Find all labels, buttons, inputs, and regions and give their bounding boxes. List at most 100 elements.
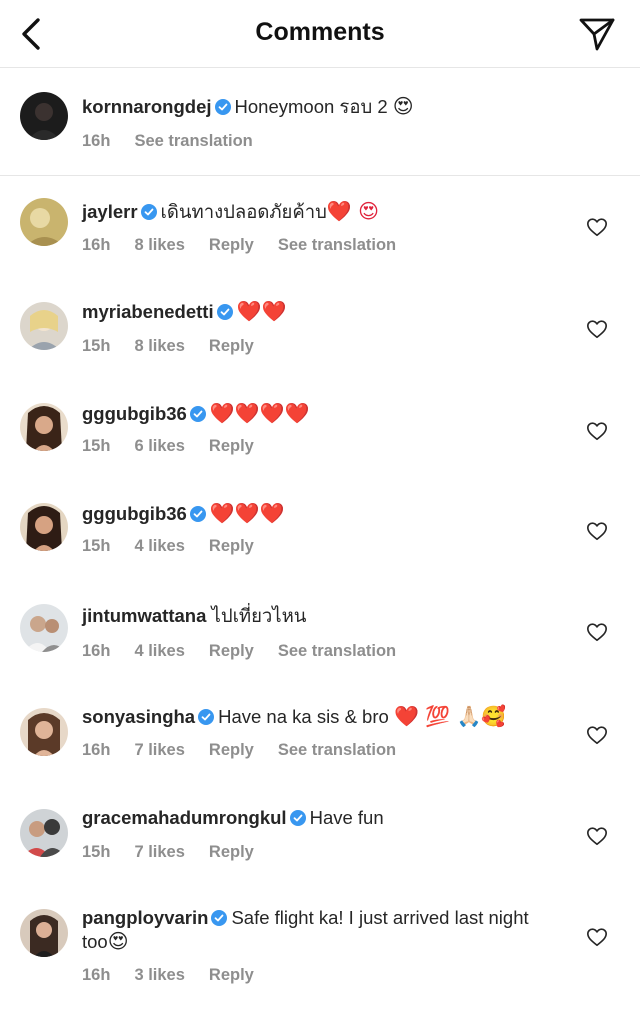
username[interactable]: kornnarongdej — [82, 96, 212, 117]
top-bar: Comments — [0, 0, 640, 68]
username[interactable]: gggubgib36 — [82, 403, 187, 424]
likes-count[interactable]: 4 likes — [134, 537, 184, 556]
verified-badge-icon — [198, 709, 215, 725]
like-button[interactable] — [586, 216, 608, 238]
likes-count[interactable]: 3 likes — [134, 966, 184, 985]
likes-count[interactable]: 8 likes — [134, 236, 184, 255]
heart-outline-icon — [587, 928, 607, 947]
likes-count[interactable]: 7 likes — [134, 741, 184, 760]
comment-item: pangployvarin Safe flight ka! I just arri… — [0, 888, 640, 1010]
comment-text: Honeymoon รอบ 2 — [234, 96, 388, 117]
verified-badge-icon — [289, 810, 306, 826]
reply-button[interactable]: Reply — [209, 642, 254, 661]
username[interactable]: gracemahadumrongkul — [82, 807, 287, 828]
username[interactable]: pangployvarin — [82, 907, 208, 928]
like-button[interactable] — [586, 420, 608, 442]
heart-outline-icon — [587, 726, 607, 745]
like-button[interactable] — [586, 825, 608, 847]
see-translation-link[interactable]: See translation — [134, 132, 252, 151]
page-title: Comments — [255, 18, 385, 46]
comment-text: Have na ka sis & bro — [218, 706, 389, 727]
timestamp: 15h — [82, 537, 111, 555]
like-button[interactable] — [586, 520, 608, 542]
verified-badge-icon — [140, 204, 157, 220]
avatar-image — [20, 809, 68, 857]
emoji-text: ❤️ 😍 — [326, 199, 380, 223]
avatar-image — [20, 909, 68, 957]
timestamp: 16h — [82, 741, 111, 759]
verified-badge-icon — [214, 99, 231, 115]
reply-button[interactable]: Reply — [209, 966, 254, 985]
reply-button[interactable]: Reply — [209, 437, 254, 456]
avatar[interactable] — [20, 302, 68, 350]
avatar[interactable] — [20, 198, 68, 246]
likes-count[interactable]: 7 likes — [134, 843, 184, 862]
see-translation-link[interactable]: See translation — [278, 741, 396, 760]
avatar-image — [20, 302, 68, 350]
like-button[interactable] — [586, 926, 608, 948]
avatar[interactable] — [20, 708, 68, 756]
avatar[interactable] — [20, 503, 68, 551]
username[interactable]: gggubgib36 — [82, 503, 187, 524]
like-button[interactable] — [586, 724, 608, 746]
timestamp: 15h — [82, 337, 111, 355]
comment-item: sonyasingha Have na ka sis & bro ❤️ 💯 🙏🏻🥰… — [0, 688, 640, 788]
avatar-image — [20, 708, 68, 756]
emoji-text: 😍 — [107, 929, 129, 953]
timestamp: 16h — [82, 642, 111, 660]
reply-button[interactable]: Reply — [209, 337, 254, 356]
comment-item: gggubgib36 ❤️❤️❤️ 15h 4 likes Reply — [0, 482, 640, 584]
timestamp: 16h — [82, 236, 111, 254]
avatar[interactable] — [20, 92, 68, 140]
emoji-text: ❤️ 💯 🙏🏻🥰 — [393, 704, 507, 728]
comment-text: ไปเที่ยวไหน — [211, 605, 307, 626]
timestamp: 15h — [82, 843, 111, 861]
emoji-text: ❤️❤️❤️❤️ — [209, 401, 310, 425]
heart-outline-icon — [587, 827, 607, 846]
avatar-image — [20, 198, 68, 246]
emoji-text: ❤️❤️ — [236, 299, 287, 323]
username[interactable]: sonyasingha — [82, 706, 195, 727]
comment-text: เดินทางปลอดภัยค้าบ — [160, 201, 327, 222]
timestamp: 15h — [82, 437, 111, 455]
verified-badge-icon — [216, 304, 233, 320]
avatar-image — [20, 92, 68, 140]
emoji-text: ❤️❤️❤️ — [209, 501, 285, 525]
username[interactable]: jintumwattana — [82, 605, 206, 626]
avatar[interactable] — [20, 809, 68, 857]
heart-outline-icon — [587, 422, 607, 441]
username[interactable]: jaylerr — [82, 201, 138, 222]
reply-button[interactable]: Reply — [209, 236, 254, 255]
timestamp: 16h — [82, 132, 111, 150]
avatar[interactable] — [20, 403, 68, 451]
verified-badge-icon — [189, 406, 206, 422]
timestamp: 16h — [82, 966, 111, 984]
heart-outline-icon — [587, 218, 607, 237]
verified-badge-icon — [211, 910, 228, 926]
comment-item: jintumwattana ไปเที่ยวไหน 16h 4 likes Repl… — [0, 584, 640, 688]
comment-item: jaylerr เดินทางปลอดภัยค้าบ❤️ 😍 16h 8 likes… — [0, 176, 640, 280]
avatar[interactable] — [20, 604, 68, 652]
avatar-image — [20, 403, 68, 451]
comment-text: Have fun — [309, 807, 384, 828]
reply-button[interactable]: Reply — [209, 741, 254, 760]
emoji-text: 😍 — [392, 94, 414, 118]
reply-button[interactable]: Reply — [209, 843, 254, 862]
verified-badge-icon — [189, 506, 206, 522]
share-button[interactable] — [578, 16, 616, 52]
paper-plane-icon — [579, 18, 615, 51]
username[interactable]: myriabenedetti — [82, 301, 214, 322]
likes-count[interactable]: 6 likes — [134, 437, 184, 456]
comment-item: gracemahadumrongkul Have fun 15h 7 likes Re… — [0, 788, 640, 888]
avatar[interactable] — [20, 909, 68, 957]
likes-count[interactable]: 4 likes — [134, 642, 184, 661]
see-translation-link[interactable]: See translation — [278, 642, 396, 661]
like-button[interactable] — [586, 318, 608, 340]
comment-item: gggubgib36 ❤️❤️❤️❤️ 15h 6 likes Reply — [0, 382, 640, 482]
avatar-image — [20, 604, 68, 652]
likes-count[interactable]: 8 likes — [134, 337, 184, 356]
like-button[interactable] — [586, 621, 608, 643]
see-translation-link[interactable]: See translation — [278, 236, 396, 255]
reply-button[interactable]: Reply — [209, 537, 254, 556]
comment-item: myriabenedetti ❤️❤️ 15h 8 likes Reply — [0, 280, 640, 382]
